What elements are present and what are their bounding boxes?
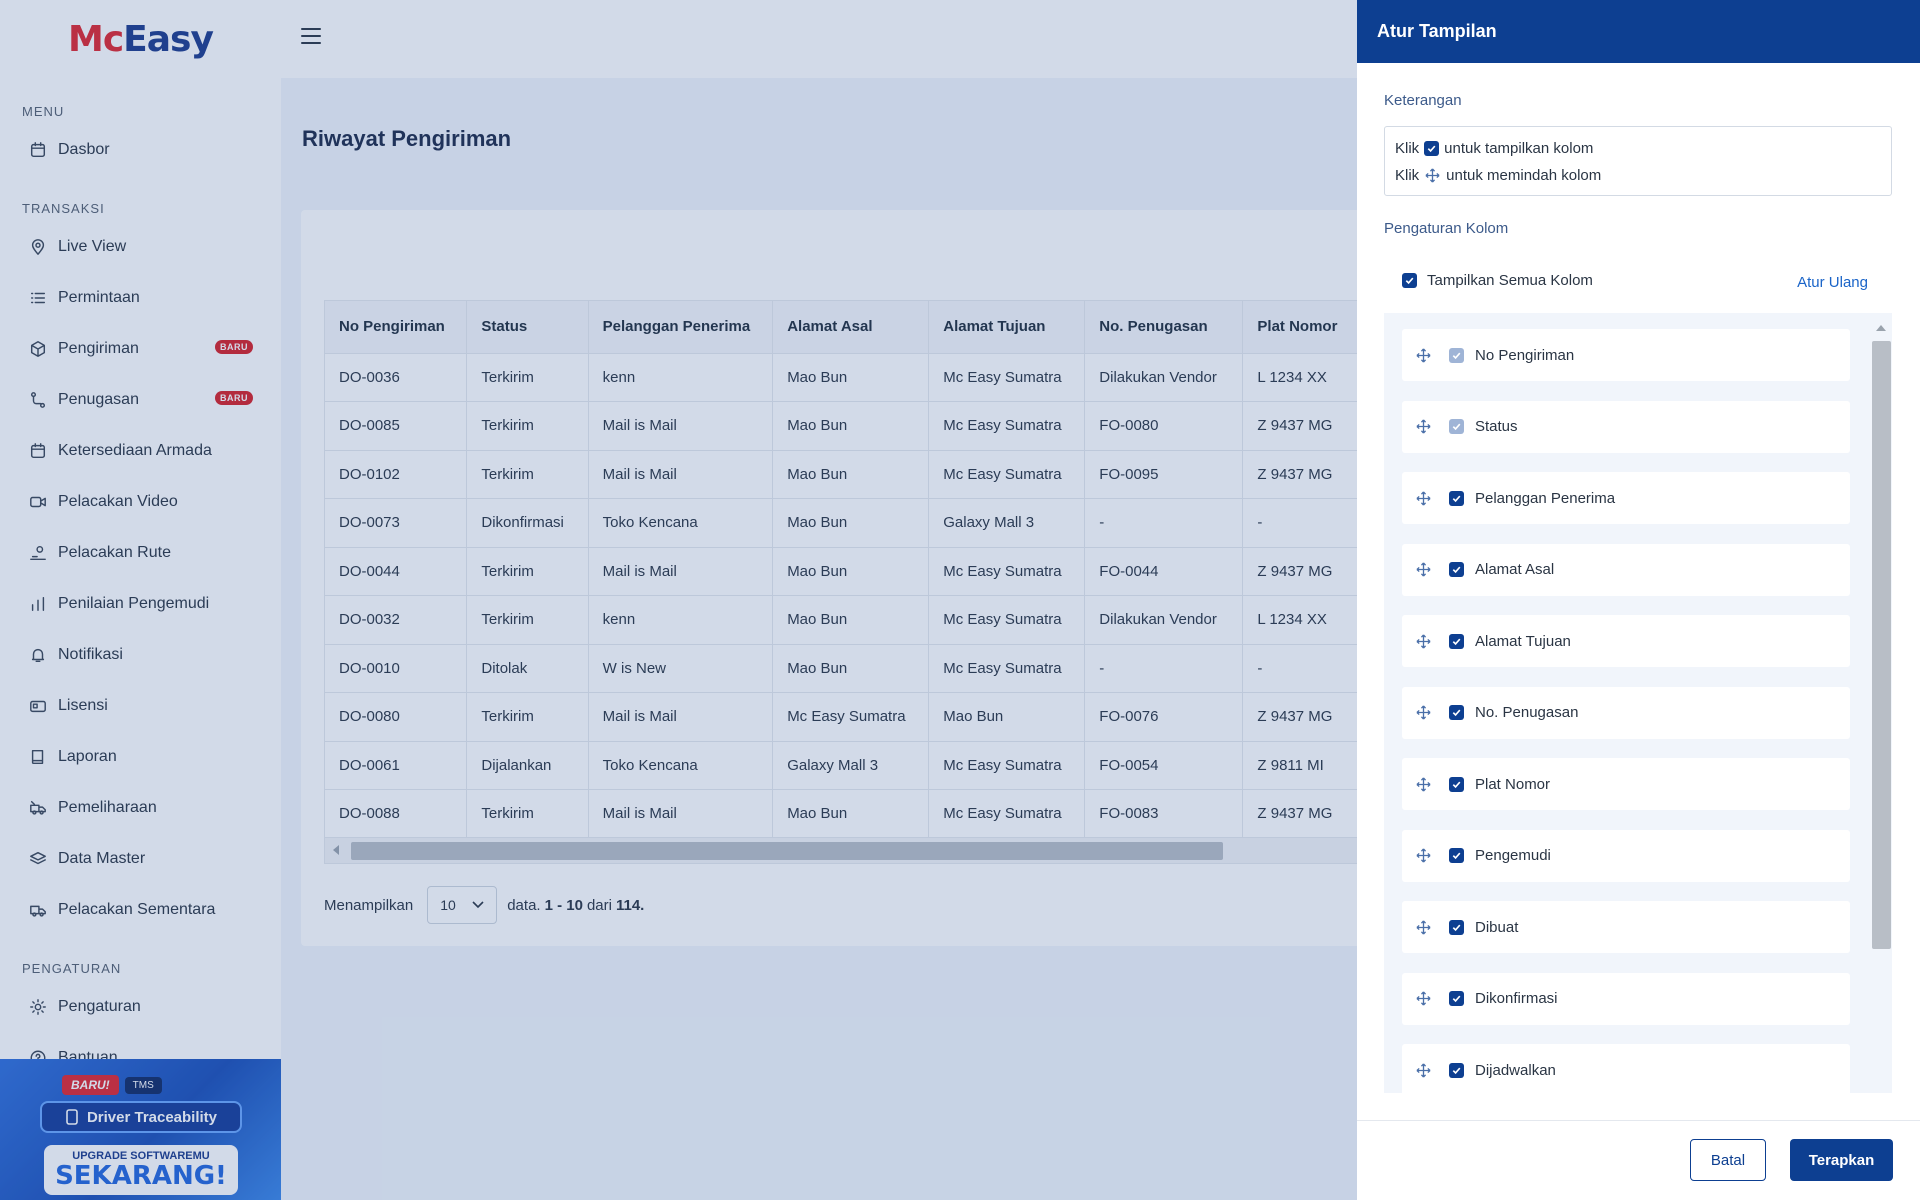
column-checkbox[interactable] [1449, 562, 1464, 577]
column-option-label: Status [1475, 418, 1518, 435]
column-option[interactable]: Dibuat [1402, 901, 1850, 953]
column-option[interactable]: Pengemudi [1402, 829, 1850, 882]
info-line-move: untuk memindah kolom [1446, 167, 1602, 184]
column-checkbox[interactable] [1449, 490, 1464, 506]
column-checkbox[interactable] [1449, 705, 1464, 720]
info-label: Keterangan [1384, 92, 1462, 109]
modal-overlay[interactable] [0, 0, 1357, 1200]
column-option[interactable]: Dikonfirmasi [1402, 972, 1850, 1025]
column-checkbox[interactable] [1449, 776, 1464, 792]
apply-button[interactable]: Terapkan [1790, 1139, 1893, 1181]
column-option-label: Pelanggan Penerima [1475, 489, 1616, 507]
cancel-button[interactable]: Batal [1690, 1139, 1766, 1181]
column-option-label: Plat Nomor [1475, 775, 1551, 793]
column-option-label: Dibuat [1475, 918, 1519, 936]
column-checkbox [1449, 419, 1464, 434]
info-click-2: Klik [1395, 167, 1420, 184]
checkbox-icon [1424, 141, 1440, 156]
drag-handle-icon[interactable] [1415, 633, 1432, 650]
column-option-label: Pengemudi [1475, 847, 1551, 864]
vertical-scroll-thumb[interactable] [1872, 341, 1891, 949]
reset-link[interactable]: Atur Ulang [1797, 274, 1868, 291]
column-option-label: Dikonfirmasi [1475, 990, 1558, 1007]
column-option[interactable]: No. Penugasan [1402, 686, 1850, 739]
column-option[interactable]: No Pengiriman [1402, 329, 1850, 381]
column-option-label: No Pengiriman [1475, 346, 1575, 364]
column-option-label: Alamat Asal [1475, 561, 1555, 578]
column-checkbox[interactable] [1449, 919, 1464, 935]
drag-handle-icon[interactable] [1415, 990, 1432, 1007]
column-option[interactable]: Plat Nomor [1402, 758, 1850, 810]
info-line-show: untuk tampilkan kolom [1444, 140, 1594, 157]
vertical-scrollbar[interactable] [1870, 313, 1892, 1093]
drag-handle-icon[interactable] [1415, 919, 1432, 936]
drag-handle-icon[interactable] [1415, 490, 1432, 507]
drawer-footer: Batal Terapkan [1357, 1120, 1920, 1200]
column-option[interactable]: Status [1402, 400, 1850, 453]
column-checkbox[interactable] [1449, 1062, 1464, 1078]
column-list: No Pengiriman Status Pelanggan Penerima Ala… [1384, 313, 1892, 1093]
drag-handle-icon[interactable] [1415, 776, 1432, 793]
drag-handle-icon[interactable] [1415, 418, 1432, 435]
column-option[interactable]: Alamat Asal [1402, 543, 1850, 596]
column-checkbox[interactable] [1449, 633, 1464, 649]
column-option-label: Dijadwalkan [1475, 1061, 1556, 1079]
move-icon [1424, 167, 1441, 184]
drag-handle-icon[interactable] [1415, 704, 1432, 721]
show-all-label: Tampilkan Semua Kolom [1427, 272, 1593, 289]
column-option[interactable]: Dijadwalkan [1402, 1044, 1850, 1093]
info-click-1: Klik [1395, 140, 1420, 157]
column-option[interactable]: Alamat Tujuan [1402, 615, 1850, 667]
column-option-label: No. Penugasan [1475, 704, 1579, 721]
show-all-columns-checkbox[interactable]: Tampilkan Semua Kolom [1402, 272, 1593, 289]
drag-handle-icon[interactable] [1415, 1062, 1432, 1079]
column-settings-label: Pengaturan Kolom [1384, 220, 1509, 237]
checkbox-icon[interactable] [1402, 273, 1417, 288]
column-option[interactable]: Pelanggan Penerima [1402, 472, 1850, 524]
column-settings-drawer: Atur Tampilan Keterangan Klik untuk tamp… [1357, 0, 1920, 1200]
column-option-label: Alamat Tujuan [1475, 632, 1571, 650]
column-checkbox [1449, 347, 1464, 363]
column-checkbox[interactable] [1449, 991, 1464, 1006]
drag-handle-icon[interactable] [1415, 847, 1432, 864]
drawer-title: Atur Tampilan [1357, 0, 1920, 63]
column-checkbox[interactable] [1449, 848, 1464, 863]
info-box: Klik untuk tampilkan kolom Klik untuk me… [1384, 126, 1892, 196]
drag-handle-icon[interactable] [1415, 561, 1432, 578]
scroll-up-icon[interactable] [1876, 325, 1886, 331]
drag-handle-icon[interactable] [1415, 347, 1432, 364]
